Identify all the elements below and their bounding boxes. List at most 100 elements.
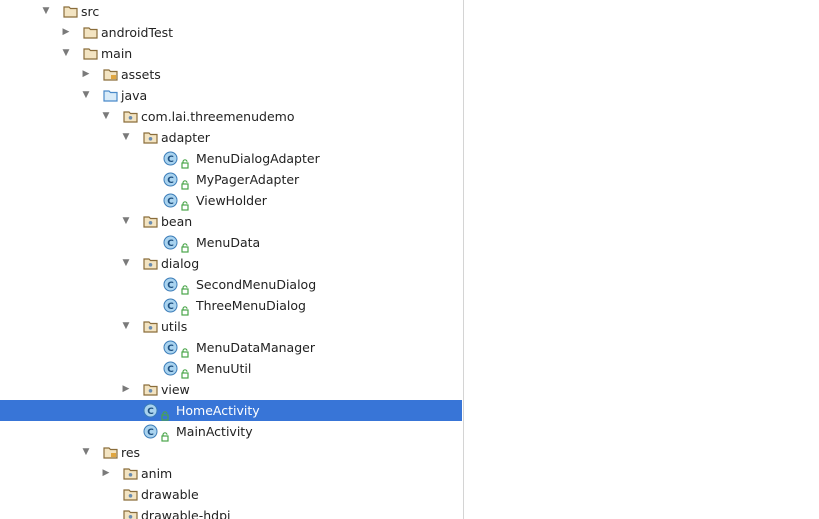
lock-icon — [161, 427, 169, 442]
tree-row-label: assets — [121, 67, 161, 82]
tree-row[interactable]: ▶ view — [0, 379, 462, 400]
tree-row[interactable]: ▼ bean — [0, 211, 462, 232]
tree-row[interactable]: C MenuUtil — [0, 358, 462, 379]
tree-row[interactable]: C HomeActivity — [0, 400, 462, 421]
lock-icon — [181, 301, 189, 316]
class-icon: C — [163, 340, 178, 355]
class-icon: C — [163, 235, 178, 250]
tree-row-label: main — [101, 46, 133, 61]
tree-row[interactable]: ▼ src — [0, 1, 462, 22]
tree-row[interactable]: ▼ dialog — [0, 253, 462, 274]
expand-arrow-icon[interactable]: ▼ — [81, 85, 91, 106]
tree-row-label: MainActivity — [176, 424, 253, 439]
tree-row-label: MenuDialogAdapter — [196, 151, 320, 166]
svg-text:C: C — [167, 302, 174, 312]
tree-row[interactable]: drawable — [0, 484, 462, 505]
svg-text:C: C — [167, 365, 174, 375]
class-icon: C — [163, 172, 178, 187]
tree-row[interactable]: ▼ com.lai.threemenudemo — [0, 106, 462, 127]
svg-text:C: C — [167, 239, 174, 249]
package-icon — [143, 319, 158, 334]
tree-row-label: MenuDataManager — [196, 340, 315, 355]
class-icon: C — [163, 361, 178, 376]
lock-icon — [161, 406, 169, 421]
lock-icon — [181, 196, 189, 211]
tree-row[interactable]: ▶ anim — [0, 463, 462, 484]
package-icon — [143, 382, 158, 397]
class-icon: C — [143, 424, 158, 439]
project-tree-panel[interactable]: ▼ src ▶ androidTest ▼ main ▶ assets ▼ java ▼ com.la… — [0, 0, 464, 519]
svg-text:C: C — [167, 281, 174, 291]
package-icon — [143, 256, 158, 271]
class-icon: C — [143, 403, 158, 418]
lock-icon — [181, 175, 189, 190]
tree-row-label: bean — [161, 214, 193, 229]
expand-arrow-icon[interactable]: ▼ — [121, 253, 131, 274]
tree-row-label: dialog — [161, 256, 200, 271]
package-icon — [143, 214, 158, 229]
collapse-arrow-icon[interactable]: ▶ — [81, 64, 91, 85]
package-icon — [123, 487, 138, 502]
tree-row[interactable]: C MenuDialogAdapter — [0, 148, 462, 169]
tree-row-label: androidTest — [101, 25, 174, 40]
lock-icon — [181, 238, 189, 253]
svg-text:C: C — [147, 428, 154, 438]
tree-row[interactable]: C ViewHolder — [0, 190, 462, 211]
tree-row-label: ThreeMenuDialog — [196, 298, 306, 313]
resource-folder-icon — [103, 67, 118, 82]
svg-text:C: C — [167, 155, 174, 165]
expand-arrow-icon[interactable]: ▼ — [101, 106, 111, 127]
tree-row[interactable]: C MyPagerAdapter — [0, 169, 462, 190]
tree-row-label: view — [161, 382, 190, 397]
tree-row-label: com.lai.threemenudemo — [141, 109, 295, 124]
expand-arrow-icon[interactable]: ▼ — [61, 43, 71, 64]
expand-arrow-icon[interactable]: ▼ — [121, 127, 131, 148]
tree-row[interactable]: ▼ res — [0, 442, 462, 463]
tree-row-label: SecondMenuDialog — [196, 277, 317, 292]
source-folder-icon — [103, 88, 118, 103]
package-icon — [123, 466, 138, 481]
tree-row-label: drawable — [141, 487, 199, 502]
tree-row-label: utils — [161, 319, 188, 334]
tree-row[interactable]: ▼ java — [0, 85, 462, 106]
tree-row[interactable]: ▼ utils — [0, 316, 462, 337]
class-icon: C — [163, 193, 178, 208]
tree-row-label: drawable-hdpi — [141, 508, 231, 519]
tree-row-label: MenuUtil — [196, 361, 252, 376]
expand-arrow-icon[interactable]: ▼ — [121, 316, 131, 337]
collapse-arrow-icon[interactable]: ▶ — [101, 463, 111, 484]
tree-row-label: adapter — [161, 130, 210, 145]
tree-row[interactable]: drawable-hdpi — [0, 505, 462, 519]
svg-text:C: C — [167, 344, 174, 354]
svg-text:C: C — [167, 176, 174, 186]
expand-arrow-icon[interactable]: ▼ — [41, 1, 51, 22]
svg-text:C: C — [167, 197, 174, 207]
lock-icon — [181, 280, 189, 295]
tree-row[interactable]: ▼ adapter — [0, 127, 462, 148]
folder-icon — [63, 4, 78, 19]
collapse-arrow-icon[interactable]: ▶ — [61, 22, 71, 43]
expand-arrow-icon[interactable]: ▼ — [81, 442, 91, 463]
tree-row-label: java — [121, 88, 148, 103]
tree-row-label: MyPagerAdapter — [196, 172, 300, 187]
tree-row[interactable]: ▶ androidTest — [0, 22, 462, 43]
class-icon: C — [163, 277, 178, 292]
class-icon: C — [163, 298, 178, 313]
tree-row[interactable]: C MenuData — [0, 232, 462, 253]
lock-icon — [181, 364, 189, 379]
tree-row[interactable]: C MainActivity — [0, 421, 462, 442]
tree-row[interactable]: C SecondMenuDialog — [0, 274, 462, 295]
tree-row-label: res — [121, 445, 141, 460]
collapse-arrow-icon[interactable]: ▶ — [121, 379, 131, 400]
lock-icon — [181, 343, 189, 358]
package-icon — [143, 130, 158, 145]
tree-row[interactable]: C ThreeMenuDialog — [0, 295, 462, 316]
tree-row[interactable]: ▼ main — [0, 43, 462, 64]
folder-icon — [83, 25, 98, 40]
svg-text:C: C — [147, 407, 154, 417]
tree-row[interactable]: ▶ assets — [0, 64, 462, 85]
tree-row[interactable]: C MenuDataManager — [0, 337, 462, 358]
package-icon — [123, 109, 138, 124]
expand-arrow-icon[interactable]: ▼ — [121, 211, 131, 232]
tree-row-label: HomeActivity — [176, 403, 260, 418]
